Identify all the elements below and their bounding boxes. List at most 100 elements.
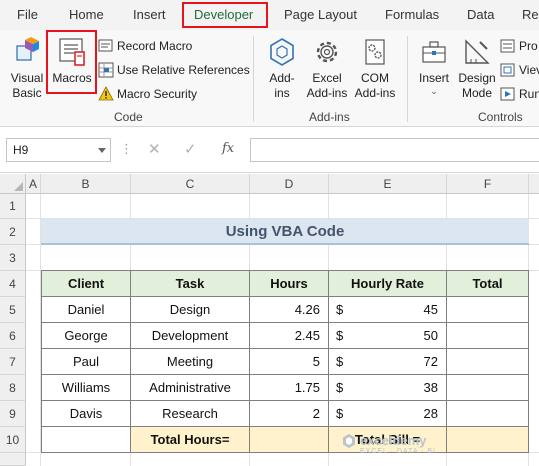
cell-total[interactable]: [447, 297, 529, 323]
column-header-g[interactable]: [529, 174, 539, 194]
cell-task[interactable]: Development: [131, 323, 250, 349]
cell-task[interactable]: Research: [131, 401, 250, 427]
group-separator: [253, 36, 254, 122]
rate-value: 45: [423, 302, 438, 317]
macro-security-button[interactable]: Macro Security: [98, 84, 218, 104]
row-header-8[interactable]: 8: [0, 375, 26, 401]
row-header-5[interactable]: 5: [0, 297, 26, 323]
formula-bar-drag-handle[interactable]: ⋮: [120, 141, 133, 157]
insert-control-button[interactable]: Insert ⌄: [414, 36, 454, 96]
row-header-7[interactable]: 7: [0, 349, 26, 375]
select-all-corner[interactable]: [0, 174, 26, 194]
record-macro-button[interactable]: Record Macro: [98, 36, 238, 56]
com-add-ins-button[interactable]: COM Add-ins: [352, 36, 398, 101]
tab-formulas[interactable]: Formulas: [385, 0, 439, 30]
row-header-4[interactable]: 4: [0, 271, 26, 297]
design-mode-label-line2: Mode: [461, 86, 493, 100]
properties-button[interactable]: Pro: [500, 36, 539, 56]
total-hours-value[interactable]: [250, 427, 329, 453]
com-add-ins-label-line2: Add-ins: [354, 86, 396, 100]
cell-hourly-rate[interactable]: $ 72: [329, 349, 447, 375]
cell-total[interactable]: [447, 323, 529, 349]
cell-client[interactable]: Daniel: [42, 297, 131, 323]
view-code-button[interactable]: Viev: [500, 60, 539, 80]
gear-icon: [316, 41, 338, 63]
header-hours[interactable]: Hours: [250, 271, 329, 297]
cancel-icon[interactable]: ✕: [148, 140, 161, 158]
tab-insert[interactable]: Insert: [133, 0, 166, 30]
column-header-c[interactable]: C: [131, 174, 250, 194]
cell-total[interactable]: [447, 401, 529, 427]
sheet-title[interactable]: Using VBA Code: [41, 219, 529, 245]
excel-add-ins-button[interactable]: Excel Add-ins: [304, 36, 350, 101]
cell-hours[interactable]: 2.45: [250, 323, 329, 349]
com-add-ins-icon: [365, 39, 385, 65]
cell-empty[interactable]: [42, 427, 131, 453]
row-header-10[interactable]: 10: [0, 427, 26, 453]
excel-add-ins-label-line2: Add-ins: [306, 86, 348, 100]
cell-hours[interactable]: 2: [250, 401, 329, 427]
column-header-b[interactable]: B: [41, 174, 131, 194]
header-total[interactable]: Total: [447, 271, 529, 297]
relative-references-icon: [98, 62, 114, 78]
rate-value: 50: [423, 328, 438, 343]
tab-file[interactable]: File: [17, 0, 38, 30]
watermark-name: exceldemy: [360, 433, 427, 448]
column-header-a[interactable]: A: [26, 174, 41, 194]
cell-hourly-rate[interactable]: $ 50: [329, 323, 447, 349]
cell-task[interactable]: Administrative: [131, 375, 250, 401]
cell-task[interactable]: Design: [131, 297, 250, 323]
formula-input[interactable]: [250, 138, 539, 162]
visual-basic-label-line1: Visual: [10, 71, 44, 85]
cell-client[interactable]: George: [42, 323, 131, 349]
tab-home[interactable]: Home: [69, 0, 104, 30]
row-header-9[interactable]: 9: [0, 401, 26, 427]
add-ins-button[interactable]: Add- ins: [262, 36, 302, 101]
run-dialog-button[interactable]: Run: [500, 84, 539, 104]
header-task[interactable]: Task: [131, 271, 250, 297]
header-client[interactable]: Client: [42, 271, 131, 297]
column-header-f[interactable]: F: [447, 174, 529, 194]
add-ins-label-line2: ins: [274, 86, 290, 100]
tab-page-layout[interactable]: Page Layout: [284, 0, 357, 30]
cell-hourly-rate[interactable]: $ 28: [329, 401, 447, 427]
name-box[interactable]: H9: [6, 138, 111, 162]
cell-total[interactable]: [447, 375, 529, 401]
toolbox-icon: [422, 41, 446, 63]
tab-review[interactable]: Re: [522, 0, 539, 30]
row-header-1[interactable]: 1: [0, 194, 26, 219]
use-relative-references-button[interactable]: Use Relative References: [98, 60, 250, 80]
cell-hours[interactable]: 1.75: [250, 375, 329, 401]
enter-check-icon[interactable]: ✓: [184, 140, 197, 158]
cell-hourly-rate[interactable]: $ 38: [329, 375, 447, 401]
chevron-down-icon[interactable]: [98, 148, 106, 153]
view-code-icon: [500, 63, 515, 77]
tab-data[interactable]: Data: [467, 0, 494, 30]
cell-task[interactable]: Meeting: [131, 349, 250, 375]
record-macro-icon: [98, 39, 113, 52]
cell-total[interactable]: [447, 349, 529, 375]
excel-add-ins-label-line1: Excel: [312, 71, 342, 85]
row-header-11[interactable]: [0, 453, 26, 466]
cell-hours[interactable]: 4.26: [250, 297, 329, 323]
cell-hourly-rate[interactable]: $ 45: [329, 297, 447, 323]
record-macro-label: Record Macro: [117, 39, 193, 53]
cell-client[interactable]: Davis: [42, 401, 131, 427]
rate-value: 72: [423, 354, 438, 369]
design-mode-button[interactable]: Design Mode: [456, 36, 498, 101]
cell-client[interactable]: Williams: [42, 375, 131, 401]
cell-client[interactable]: Paul: [42, 349, 131, 375]
visual-basic-label-line2: Basic: [12, 86, 42, 100]
row-header-6[interactable]: 6: [0, 323, 26, 349]
total-hours-label[interactable]: Total Hours=: [131, 427, 250, 453]
column-header-e[interactable]: E: [329, 174, 447, 194]
column-header-d[interactable]: D: [250, 174, 329, 194]
header-hourly-rate[interactable]: Hourly Rate: [329, 271, 447, 297]
visual-basic-button[interactable]: Visual Basic: [7, 36, 47, 101]
properties-label: Pro: [519, 39, 538, 53]
cell-hours[interactable]: 5: [250, 349, 329, 375]
insert-function-icon[interactable]: fx: [222, 141, 234, 156]
rate-value: 38: [423, 380, 438, 395]
row-header-3[interactable]: 3: [0, 245, 26, 271]
row-header-2[interactable]: 2: [0, 219, 26, 245]
